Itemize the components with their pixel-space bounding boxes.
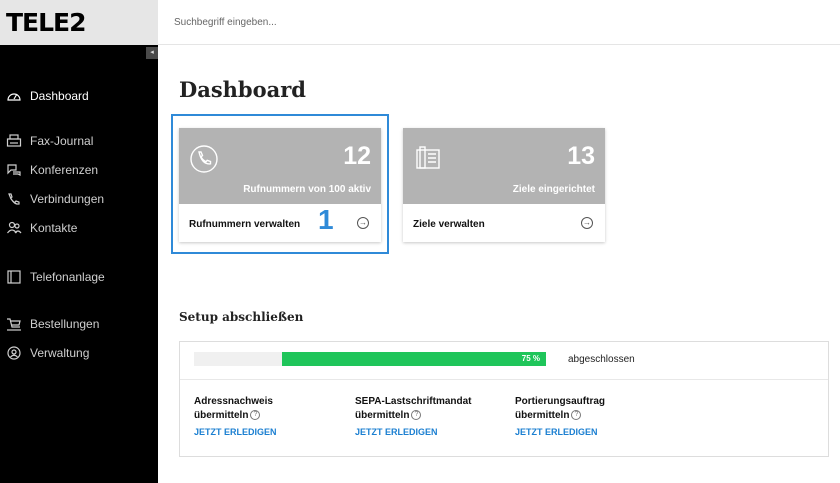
phone-icon	[6, 191, 26, 207]
task-adressnachweis: Adressnachweis übermitteln? JETZT ERLEDI…	[194, 395, 344, 437]
progress-fill: 75 %	[282, 352, 546, 366]
sidebar-item-konferenzen[interactable]: Konferenzen	[6, 160, 98, 180]
task-action-link[interactable]: JETZT ERLEDIGEN	[515, 427, 665, 437]
arrow-circle-icon[interactable]: →	[581, 217, 593, 229]
pbx-icon	[6, 269, 26, 285]
card-rufnummern[interactable]: 12 Rufnummern von 100 aktiv Rufnummern v…	[179, 128, 381, 242]
task-title-line: Adressnachweis	[194, 396, 273, 407]
task-title-line: Portierungsauftrag	[515, 396, 606, 407]
card-link-rufnummern-verwalten[interactable]: Rufnummern verwalten	[189, 219, 300, 230]
card-ziele[interactable]: 13 Ziele eingerichtet Ziele verwalten →	[403, 128, 605, 242]
card-header: 12 Rufnummern von 100 aktiv	[179, 128, 381, 204]
help-icon[interactable]: ?	[250, 410, 261, 421]
page-title: Dashboard	[179, 77, 306, 102]
sidebar-item-label: Fax-Journal	[30, 134, 94, 148]
sidebar-item-fax-journal[interactable]: Fax-Journal	[6, 131, 93, 151]
sidebar-collapse-button[interactable]: ◂	[146, 47, 158, 59]
fax-icon	[6, 133, 26, 149]
sidebar-item-label: Konferenzen	[30, 163, 99, 177]
sidebar-item-label: Telefonanlage	[30, 270, 105, 284]
task-title: SEPA-Lastschriftmandat übermitteln?	[355, 395, 505, 423]
task-title: Adressnachweis übermitteln?	[194, 395, 344, 423]
task-title-line: SEPA-Lastschriftmandat	[355, 396, 472, 407]
task-portierungsauftrag: Portierungsauftrag übermitteln? JETZT ER…	[515, 395, 665, 437]
top-header	[158, 0, 840, 45]
card-count: 12	[343, 142, 371, 170]
task-action-link[interactable]: JETZT ERLEDIGEN	[355, 427, 505, 437]
annotation-number: 1	[318, 204, 334, 235]
setup-panel: 75 % abgeschlossen Adressnachweis übermi…	[179, 341, 829, 457]
contacts-icon	[6, 220, 26, 236]
sidebar-item-label: Verwaltung	[30, 346, 90, 360]
card-header: 13 Ziele eingerichtet	[403, 128, 605, 204]
sidebar-item-verbindungen[interactable]: Verbindungen	[6, 189, 104, 209]
task-title-line: übermitteln	[355, 410, 410, 421]
arrow-circle-icon[interactable]: →	[357, 217, 369, 229]
card-count: 13	[567, 142, 595, 170]
speedometer-icon	[6, 88, 26, 104]
help-icon[interactable]: ?	[571, 410, 582, 421]
chat-bubbles-icon	[6, 162, 26, 178]
sidebar-item-label: Bestellungen	[30, 317, 100, 331]
task-sepa-lastschriftmandat: SEPA-Lastschriftmandat übermitteln? JETZ…	[355, 395, 505, 437]
sidebar-item-label: Verbindungen	[30, 192, 105, 206]
phone-handset-icon	[189, 144, 219, 179]
user-circle-icon	[6, 345, 26, 361]
progress-status-text: abgeschlossen	[568, 354, 635, 365]
divider	[180, 379, 828, 380]
progress-percent-label: 75 %	[521, 354, 540, 363]
setup-progress-bar: 75 %	[194, 352, 546, 366]
task-title: Portierungsauftrag übermitteln?	[515, 395, 665, 423]
task-title-line: übermitteln	[515, 410, 570, 421]
sidebar-item-dashboard[interactable]: Dashboard	[6, 86, 89, 106]
sidebar-item-telefonanlage[interactable]: Telefonanlage	[6, 267, 105, 287]
sidebar-item-label: Dashboard	[30, 89, 89, 103]
sidebar-item-label: Kontakte	[30, 221, 78, 235]
search-input[interactable]	[174, 12, 474, 32]
card-subtitle: Ziele eingerichtet	[512, 184, 595, 195]
sidebar: TELE2 ◂ Dashboard Fax-Journal Konferenze…	[0, 0, 158, 483]
setup-section-title: Setup abschließen	[179, 310, 304, 324]
card-subtitle: Rufnummern von 100 aktiv	[243, 184, 371, 195]
task-action-link[interactable]: JETZT ERLEDIGEN	[194, 427, 344, 437]
sidebar-item-verwaltung[interactable]: Verwaltung	[6, 343, 89, 363]
card-link-ziele-verwalten[interactable]: Ziele verwalten	[413, 219, 485, 230]
cart-icon	[6, 316, 26, 332]
sidebar-item-kontakte[interactable]: Kontakte	[6, 218, 77, 238]
task-title-line: übermitteln	[194, 410, 249, 421]
desk-phone-icon	[413, 144, 443, 179]
logo-area: TELE2	[0, 0, 158, 45]
help-icon[interactable]: ?	[411, 410, 422, 421]
tele2-logo[interactable]: TELE2	[6, 8, 87, 37]
sidebar-item-bestellungen[interactable]: Bestellungen	[6, 314, 99, 334]
